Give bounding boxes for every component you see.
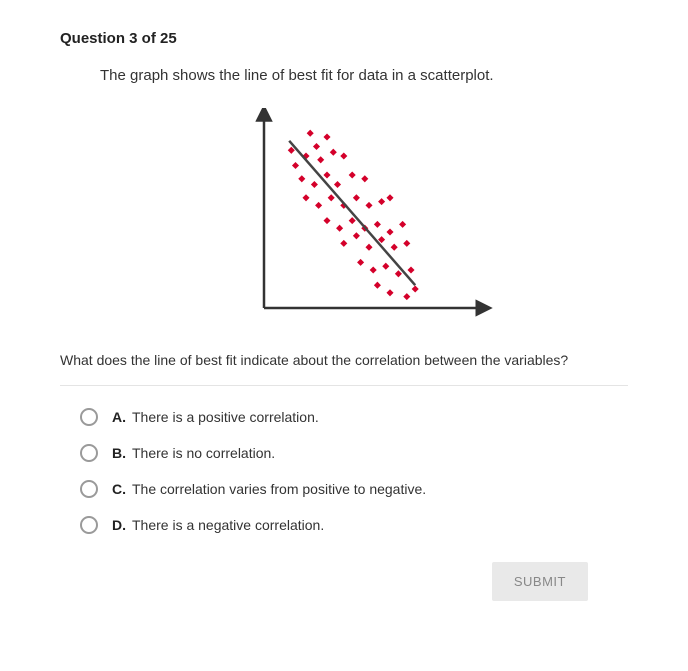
- option-letter: A.: [112, 409, 126, 425]
- option-letter: B.: [112, 445, 126, 461]
- radio-icon[interactable]: [80, 444, 98, 462]
- option-a[interactable]: A. There is a positive correlation.: [80, 408, 628, 426]
- option-text: The correlation varies from positive to …: [132, 481, 426, 497]
- prompt-question: What does the line of best fit indicate …: [60, 350, 628, 371]
- radio-icon[interactable]: [80, 480, 98, 498]
- option-b[interactable]: B. There is no correlation.: [80, 444, 628, 462]
- radio-icon[interactable]: [80, 408, 98, 426]
- submit-button[interactable]: SUBMIT: [492, 562, 588, 601]
- prompt-intro: The graph shows the line of best fit for…: [100, 65, 520, 88]
- scatterplot-svg: [234, 108, 494, 328]
- question-number: Question 3 of 25: [60, 30, 628, 47]
- option-text: There is a negative correlation.: [132, 517, 324, 533]
- divider: [60, 385, 628, 386]
- scatterplot-figure: [100, 108, 628, 328]
- option-text: There is a positive correlation.: [132, 409, 319, 425]
- option-letter: C.: [112, 481, 126, 497]
- option-d[interactable]: D. There is a negative correlation.: [80, 516, 628, 534]
- radio-icon[interactable]: [80, 516, 98, 534]
- option-text: There is no correlation.: [132, 445, 275, 461]
- option-c[interactable]: C. The correlation varies from positive t…: [80, 480, 628, 498]
- option-letter: D.: [112, 517, 126, 533]
- options-list: A. There is a positive correlation. B. Ther…: [80, 408, 628, 534]
